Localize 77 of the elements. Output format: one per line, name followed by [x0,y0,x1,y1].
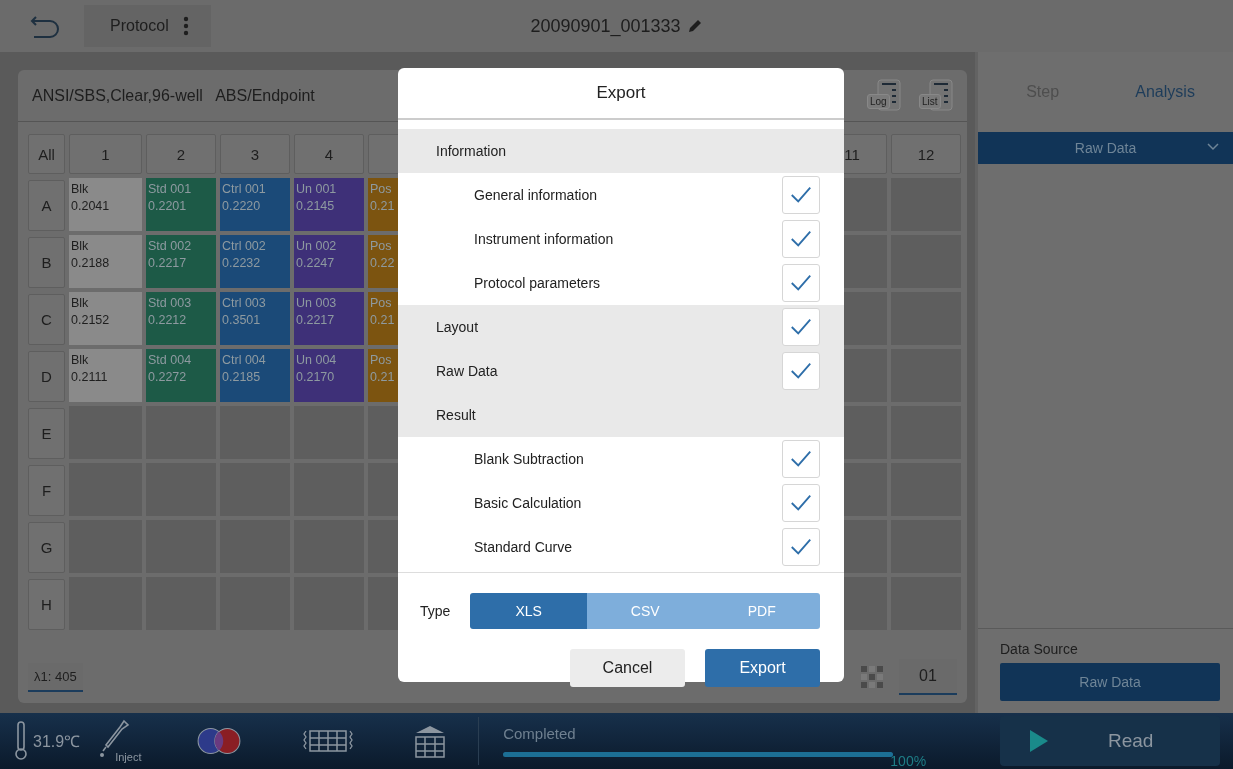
well[interactable]: Std 001 0.2201 [146,178,216,231]
plate-tray-icon[interactable] [414,724,447,758]
column-header[interactable]: 3 [220,134,290,174]
temperature-reading: 31.9℃ [33,732,81,752]
well[interactable]: Std 003 0.2212 [146,292,216,345]
option-label: Basic Calculation [474,495,583,511]
export-button[interactable]: Export [705,649,820,687]
section-label: Result [436,407,477,423]
checkbox[interactable] [782,220,820,258]
window-title: 20090901_001333 [530,15,681,37]
select-all-button[interactable]: All [28,134,65,174]
row-header[interactable]: F [28,465,65,516]
format-option[interactable]: XLS [470,593,587,629]
play-icon [1030,730,1048,752]
back-arrow-icon[interactable] [30,13,60,39]
well[interactable]: Un 001 0.2145 [294,178,364,231]
cancel-button[interactable]: Cancel [570,649,685,687]
well[interactable]: Blk 0.2188 [69,235,142,288]
checkbox[interactable] [782,264,820,302]
checkbox[interactable] [782,176,820,214]
option-label: Blank Subtraction [474,451,585,467]
section-label: Information [436,143,508,159]
well[interactable]: Un 004 0.2170 [294,349,364,402]
more-icon [182,16,189,36]
row-header[interactable]: D [28,351,65,402]
well[interactable]: Ctrl 003 0.3501 [220,292,290,345]
column-header[interactable]: 1 [69,134,142,174]
column-header[interactable]: 4 [294,134,364,174]
well[interactable]: Std 002 0.2217 [146,235,216,288]
plate-grid-icon[interactable] [302,729,355,753]
chevron-down-icon [1207,143,1219,151]
checkbox[interactable] [782,308,820,346]
well[interactable]: Ctrl 004 0.2185 [220,349,290,402]
data-source-button[interactable]: Raw Data [1000,663,1220,701]
thermometer-icon [14,721,28,761]
row-header[interactable]: C [28,294,65,345]
status-text: Completed [503,725,577,742]
format-option[interactable]: PDF [703,593,820,629]
panel-tab[interactable]: Analysis [1129,82,1201,102]
option-label: Protocol parameters [474,275,602,291]
row-header[interactable]: A [28,180,65,231]
row-header[interactable]: H [28,579,65,630]
section-label: Layout [436,319,480,335]
well[interactable]: Un 002 0.2247 [294,235,364,288]
format-option[interactable]: CSV [586,593,704,629]
type-label: Type [420,603,451,619]
well[interactable]: Std 004 0.2272 [146,349,216,402]
row-header[interactable]: B [28,237,65,288]
checkbox[interactable] [782,352,820,390]
well[interactable]: Ctrl 002 0.2232 [220,235,290,288]
row-header[interactable]: G [28,522,65,573]
column-header[interactable]: 2 [146,134,216,174]
data-source-label: Data Source [1000,641,1079,657]
option-label: General information [474,187,598,203]
section-label: Raw Data [436,363,499,379]
option-label: Standard Curve [474,539,574,555]
column-header[interactable]: 12 [891,134,961,174]
data-dropdown[interactable]: Raw Data [978,132,1233,164]
well[interactable]: Blk 0.2111 [69,349,142,402]
dialog-title: Export [398,68,844,120]
checkbox[interactable] [782,528,820,566]
protocol-button[interactable]: Protocol [84,5,211,47]
overlapping-circles-icon[interactable] [196,726,243,756]
well[interactable]: Ctrl 001 0.2220 [220,178,290,231]
row-header[interactable]: E [28,408,65,459]
well[interactable]: Blk 0.2041 [69,178,142,231]
plate-description: ANSI/SBS,Clear,96-well ABS/Endpoint [32,86,315,105]
read-button[interactable]: Read [1000,716,1220,766]
well[interactable]: Un 003 0.2217 [294,292,364,345]
checkbox[interactable] [782,440,820,478]
well[interactable]: Blk 0.2152 [69,292,142,345]
checkbox[interactable] [782,484,820,522]
pencil-icon[interactable] [686,18,703,34]
progress-percent: 100% [890,753,927,769]
inject-button[interactable]: Inject [98,717,159,765]
option-label: Instrument information [474,231,615,247]
grid-icon[interactable] [861,666,883,688]
